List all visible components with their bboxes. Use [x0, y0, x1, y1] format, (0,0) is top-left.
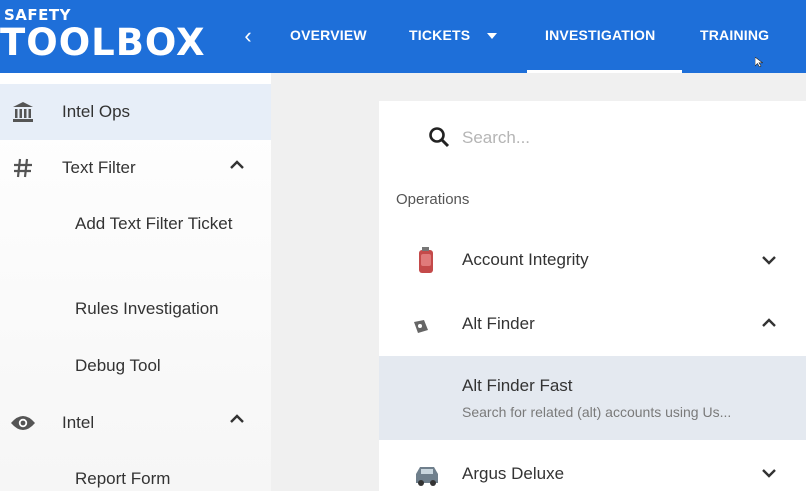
sidebar-subitem-rules-investigation[interactable]: Rules Investigation — [75, 295, 255, 323]
chevron-down-icon[interactable] — [760, 464, 778, 482]
operation-sub-title: Alt Finder Fast — [462, 376, 573, 395]
car-icon — [416, 467, 438, 486]
top-navigation-bar: SAFETY TOOLBOX ‹ OVERVIEW TICKETS INVEST… — [0, 0, 806, 73]
operation-alt-finder[interactable] — [379, 296, 806, 354]
operation-label: Account Integrity — [462, 250, 589, 269]
tag-icon — [414, 320, 428, 333]
eye-icon — [10, 410, 36, 436]
tab-tickets[interactable]: TICKETS — [409, 27, 470, 43]
sidebar-item-intel[interactable]: Intel — [0, 396, 271, 450]
logo-text-main: TOOLBOX — [0, 21, 206, 64]
sidebar-item-label: Intel Ops — [62, 102, 131, 121]
search-icon — [429, 127, 450, 148]
sidebar-item-text-filter[interactable]: Text Filter — [0, 140, 271, 196]
fire-extinguisher-icon — [419, 247, 433, 273]
chevron-down-icon[interactable] — [760, 251, 778, 269]
chevron-up-icon[interactable] — [228, 410, 246, 428]
sidebar-item-label: Text Filter — [62, 158, 136, 177]
operation-label: Argus Deluxe — [462, 464, 565, 483]
mouse-cursor-icon — [755, 57, 763, 67]
sidebar-subitem-debug-tool[interactable]: Debug Tool — [75, 352, 255, 380]
bank-icon — [10, 99, 36, 125]
search-input[interactable] — [462, 124, 762, 152]
sidebar-item-intel-ops[interactable]: Intel Ops — [0, 84, 271, 140]
tab-investigation[interactable]: INVESTIGATION — [545, 27, 655, 43]
operation-account-integrity[interactable] — [379, 232, 806, 290]
operation-label: Alt Finder — [462, 314, 535, 333]
section-heading-operations: Operations — [396, 191, 470, 208]
hash-icon — [10, 155, 36, 181]
sidebar-subitem-add-text-filter-ticket[interactable]: Add Text Filter Ticket — [75, 210, 255, 238]
sidebar-item-label: Intel — [62, 413, 95, 432]
back-chevron-icon[interactable]: ‹ — [238, 22, 258, 50]
tab-overview[interactable]: OVERVIEW — [290, 27, 367, 43]
chevron-up-icon[interactable] — [760, 314, 778, 332]
sidebar-subitem-report-form[interactable]: Report Form — [75, 465, 255, 491]
operation-argus-deluxe[interactable] — [379, 442, 806, 491]
operation-alt-finder-fast[interactable] — [379, 356, 806, 440]
operation-sub-description: Search for related (alt) accounts using … — [462, 404, 732, 420]
tickets-dropdown-icon[interactable] — [487, 33, 497, 39]
tab-training[interactable]: TRAINING — [700, 27, 769, 43]
chevron-up-icon[interactable] — [228, 156, 246, 174]
